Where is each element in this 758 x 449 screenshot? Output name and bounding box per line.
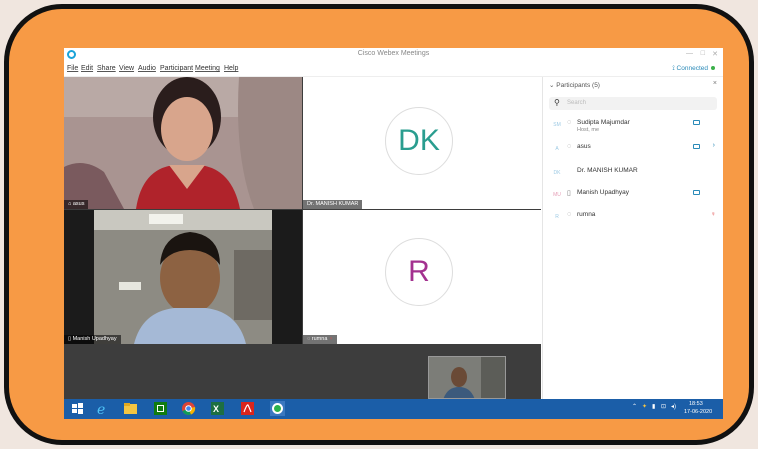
menu-meeting[interactable]: Meeting — [195, 65, 220, 72]
menu-file[interactable]: File — [67, 65, 78, 72]
menu-share[interactable]: Share — [97, 65, 116, 72]
menu-participant[interactable]: Participant — [160, 65, 193, 72]
phone-icon: ▯ — [567, 190, 571, 197]
internet-explorer-icon[interactable]: e — [95, 401, 110, 416]
screen: Cisco Webex Meetings — □ ✕ File Edit Sha… — [64, 48, 723, 419]
participant-name: Dr. MANISH KUMAR — [577, 167, 638, 174]
clock-date[interactable]: 17-06-2020 — [684, 409, 712, 415]
participant-initials: MU — [553, 192, 561, 198]
window-title: Cisco Webex Meetings — [357, 50, 430, 57]
maximize-button[interactable]: □ — [701, 50, 705, 57]
tile-name: Manish Upadhyay — [72, 336, 117, 342]
participant-initials: R — [555, 214, 559, 220]
minimize-button[interactable]: — — [686, 50, 693, 57]
participant-row[interactable]: A ◌ asus › — [543, 139, 723, 161]
tile-label-asus: ⌂ asus — [64, 200, 89, 209]
menu-audio[interactable]: Audio — [138, 65, 156, 72]
avatar-initials: R — [408, 255, 430, 288]
muted-mic-icon: ♀ — [710, 211, 716, 218]
menu-bar: File Edit Share View Audio Participant M… — [64, 62, 723, 77]
self-view-pip[interactable] — [428, 356, 506, 399]
menu-help[interactable]: Help — [224, 65, 238, 72]
audio-icon: ◌ — [567, 119, 572, 126]
webex-taskbar-icon[interactable] — [270, 401, 285, 416]
menu-edit[interactable]: Edit — [81, 65, 93, 72]
excel-icon[interactable]: X — [210, 401, 225, 416]
participant-name: Manish Upadhyay — [577, 189, 630, 196]
participant-row[interactable]: DK Dr. MANISH KUMAR — [543, 163, 723, 185]
avatar-r: R — [385, 238, 453, 306]
volume-icon[interactable]: ◂) — [671, 403, 676, 410]
clock-time[interactable]: 18:53 — [689, 401, 703, 407]
participant-name: asus — [577, 143, 591, 150]
tile-name: rumna — [311, 336, 328, 342]
menu-view[interactable]: View — [119, 65, 134, 72]
participant-row[interactable]: R ◌ rumna ♀ — [543, 207, 723, 229]
participant-initials: SM — [553, 122, 561, 128]
windows-taskbar: e X ⌃ ✦ ▮ ⊡ ◂) 18:53 17-06-2020 — [64, 399, 723, 419]
audio-icon: ◌ — [567, 143, 572, 150]
windows-start-icon[interactable] — [70, 401, 85, 416]
panel-close-icon[interactable]: × — [713, 80, 717, 87]
file-explorer-icon[interactable] — [123, 401, 138, 416]
tile-label-dk: Dr. MANISH KUMAR — [303, 200, 363, 209]
participant-video-icon — [64, 210, 302, 344]
chrome-icon[interactable] — [181, 401, 196, 416]
video-tile-asus[interactable]: ⌂ asus — [64, 77, 302, 209]
avatar-initials: DK — [398, 124, 440, 157]
camera-icon — [693, 144, 700, 149]
tray-app-icon[interactable]: ✦ — [642, 403, 647, 410]
video-tile-dk[interactable]: DK Dr. MANISH KUMAR — [303, 77, 541, 209]
participant-row[interactable]: SM ◌ Sudipta Majumdar Host, me — [543, 115, 723, 137]
camera-icon — [693, 190, 700, 195]
participant-name: rumna — [577, 211, 596, 218]
chevron-right-icon[interactable]: › — [713, 142, 715, 149]
svg-text:e: e — [97, 402, 105, 416]
participants-header[interactable]: ⌄ Participants (5) — [549, 81, 600, 89]
tile-label-manish: ▯ Manish Upadhyay — [64, 335, 121, 344]
acrobat-icon[interactable] — [240, 401, 255, 416]
participant-role: Host, me — [577, 127, 600, 133]
battery-icon[interactable]: ▮ — [652, 403, 655, 410]
participant-video-icon — [64, 77, 302, 209]
network-icon[interactable]: ⊡ — [661, 403, 666, 410]
svg-text:X: X — [213, 404, 219, 414]
tile-name: asus — [72, 201, 85, 207]
participants-panel: ⌄ Participants (5) × ⚲ Search SM ◌ Sudip… — [542, 77, 723, 399]
title-bar: Cisco Webex Meetings — □ ✕ — [64, 48, 723, 62]
store-icon[interactable] — [153, 401, 168, 416]
video-stage: ⌂ asus DK Dr. MANISH KUMAR ▯ Manish Upad… — [64, 77, 541, 399]
video-tile-rumna[interactable]: R ◌ rumna ♀ — [303, 210, 541, 344]
search-icon: ⚲ — [554, 98, 560, 107]
close-button[interactable]: ✕ — [712, 50, 718, 58]
tile-label-rumna: ◌ rumna ♀ — [303, 335, 338, 344]
search-placeholder: Search — [567, 100, 587, 106]
participant-initials: A — [555, 146, 559, 152]
avatar-dk: DK — [385, 107, 453, 175]
video-tile-manish[interactable]: ▯ Manish Upadhyay — [64, 210, 302, 344]
muted-mic-icon: ♀ — [327, 336, 334, 342]
audio-icon: ◌ — [567, 211, 572, 218]
participants-header-label: Participants (5) — [556, 82, 600, 89]
orange-frame: Cisco Webex Meetings — □ ✕ File Edit Sha… — [4, 4, 754, 445]
participant-name: Sudipta Majumdar — [577, 119, 630, 126]
self-view-video-icon — [429, 357, 505, 398]
participants-search-input[interactable]: ⚲ Search — [549, 97, 717, 110]
participant-row[interactable]: MU ▯ Manish Upadhyay — [543, 185, 723, 207]
participant-initials: DK — [553, 170, 561, 176]
connection-status: ⟟ Connected — [672, 65, 715, 73]
tray-chevron-icon[interactable]: ⌃ — [632, 403, 637, 410]
connected-dot-icon — [711, 66, 715, 71]
connected-label: Connected — [676, 65, 708, 72]
camera-icon — [693, 120, 700, 125]
